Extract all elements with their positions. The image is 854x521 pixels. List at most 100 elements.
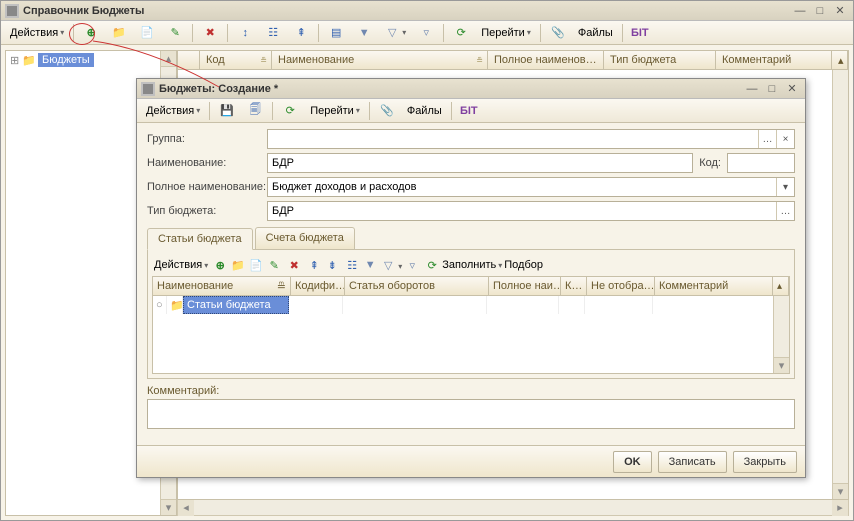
name-label: Наименование: [147,157,267,169]
col-comment[interactable]: Комментарий [716,51,832,69]
hscroll-right[interactable]: ▸ [832,500,848,516]
group-clear-btn[interactable]: × [776,130,794,148]
fullname-dd-btn[interactable]: ▾ [776,178,794,196]
tab-accounts[interactable]: Счета бюджета [255,227,355,249]
inner-filter-dd[interactable]: ▽ [380,257,402,273]
inner-movedown[interactable]: ⇟ [324,257,340,273]
inner-del[interactable]: ✖ [286,257,302,273]
close-dlg-button[interactable]: Закрыть [733,451,797,473]
dlg-files[interactable]: Файлы [402,101,447,121]
inner-refresh[interactable]: ⟳ [424,257,440,273]
clear-filter-button[interactable]: ▿ [413,23,439,43]
dlg-bit[interactable]: БІТ [456,101,482,121]
moveup-button[interactable]: ⇞ [288,23,314,43]
inner-scroll-down[interactable]: ▾ [774,357,789,373]
files-button[interactable]: Файлы [573,23,618,43]
row-name-cell[interactable]: Статьи бюджета [183,296,289,314]
inner-hier[interactable]: ☷ [344,257,360,273]
hier-button[interactable]: ☷ [260,23,286,43]
refresh-button[interactable]: ⟳ [448,23,474,43]
inner-fill[interactable]: Заполнить [442,259,502,271]
close-button[interactable]: ✕ [831,3,849,19]
col-code[interactable]: Код≞ [200,51,272,69]
icol-turnover[interactable]: Статья оборотов [345,277,489,295]
comment-input[interactable] [147,399,795,429]
icol-full[interactable]: Полное наи… [489,277,561,295]
funnel4-icon: ▽ [380,257,396,273]
inner-moveup[interactable]: ⇞ [306,257,322,273]
ok-button[interactable]: OK [613,451,652,473]
icol-codif[interactable]: Кодифи… [291,277,345,295]
type-input[interactable] [268,202,776,220]
code-input[interactable] [727,153,795,173]
scroll-down-icon[interactable]: ▾ [161,499,176,515]
dlg-reread-icon[interactable]: 🗐 [242,101,268,121]
inner-addfolder[interactable]: 📁 [230,257,246,273]
grid-vscroll[interactable]: ▾ [832,70,848,499]
inner-grid-body[interactable]: ○ 📁 Статьи бюджета ▾ [152,296,790,374]
col-scroll[interactable]: ▴ [832,51,848,69]
edit-button[interactable]: ✎ [162,23,188,43]
inner-filter[interactable]: ▼ [362,257,378,273]
actions-menu[interactable]: Действия [5,23,69,43]
col-name[interactable]: Наименование≞ [272,51,488,69]
inner-actions[interactable]: Действия [154,259,208,271]
dialog-close[interactable]: ✕ [783,81,801,97]
bit-button[interactable]: БІТ [627,23,653,43]
type-select-btn[interactable]: … [776,202,794,220]
pencil-icon: ✎ [167,25,183,41]
dialog-minimize[interactable]: — [743,81,761,97]
icol-scroll[interactable]: ▴ [773,277,789,295]
inner-row[interactable]: ○ 📁 Статьи бюджета [153,296,789,314]
name-input[interactable] [268,154,692,172]
group-input-wrap[interactable]: … × [267,129,795,149]
fullname-input[interactable] [268,178,776,196]
dlg-refresh[interactable]: ⟳ [277,101,303,121]
grid-scroll-down[interactable]: ▾ [833,483,848,499]
attach-button[interactable]: 📎 [545,23,571,43]
scroll-up-icon[interactable]: ▴ [161,51,176,67]
inner-filter-x[interactable]: ▿ [404,257,420,273]
group-input[interactable] [268,130,758,148]
col-fullname[interactable]: Полное наименов… [488,51,604,69]
icol-k[interactable]: К… [561,277,587,295]
delete-button[interactable]: ✖ [197,23,223,43]
icol-comment[interactable]: Комментарий [655,277,773,295]
type-input-wrap[interactable]: … [267,201,795,221]
maximize-button[interactable]: □ [811,3,829,19]
hscroll-left[interactable]: ◂ [178,500,194,516]
filter-menu[interactable]: ▽ [379,23,411,43]
list-mode-button[interactable]: ▤ [323,23,349,43]
filter-button[interactable]: ▼ [351,23,377,43]
copy-button[interactable]: 📄 [134,23,160,43]
inner-toolbar: Действия ⊕ 📁 📄 ✎ ✖ ⇞ ⇟ ☷ ▼ ▽ ▿ ⟳ Заполни… [152,254,790,276]
col-type[interactable]: Тип бюджета [604,51,716,69]
move-button[interactable]: ↕ [232,23,258,43]
dialog-maximize[interactable]: □ [763,81,781,97]
dlg-goto-menu[interactable]: Перейти [305,101,365,121]
dlg-actions-menu[interactable]: Действия [141,101,205,121]
group-select-btn[interactable]: … [758,130,776,148]
tab-items[interactable]: Статьи бюджета [147,228,253,250]
inner-pick[interactable]: Подбор [504,259,543,271]
dlg-save-icon[interactable]: 💾 [214,101,240,121]
add-folder-button[interactable]: 📁 [106,23,132,43]
inner-vscroll[interactable]: ▾ [773,296,789,373]
dlg-attach[interactable]: 📎 [374,101,400,121]
add-button[interactable]: ⊕ [78,23,104,43]
minimize-button[interactable]: — [791,3,809,19]
inner-add[interactable]: ⊕ [212,257,228,273]
expand-icon[interactable]: ⊞ [10,54,22,67]
col-marker[interactable] [178,51,200,69]
fullname-input-wrap[interactable]: ▾ [267,177,795,197]
icol-name[interactable]: Наименование≞ [153,277,291,295]
inner-copy[interactable]: 📄 [248,257,264,273]
save-button[interactable]: Записать [658,451,727,473]
grid-hscroll[interactable]: ◂ ▸ [177,500,849,516]
tree-root-row[interactable]: ⊞ 📁 Бюджеты [6,51,176,69]
up2-icon: ⇞ [306,257,322,273]
inner-edit[interactable]: ✎ [266,257,282,273]
name-input-wrap[interactable] [267,153,693,173]
icol-nodisp[interactable]: Не отобра… [587,277,655,295]
goto-menu[interactable]: Перейти [476,23,536,43]
